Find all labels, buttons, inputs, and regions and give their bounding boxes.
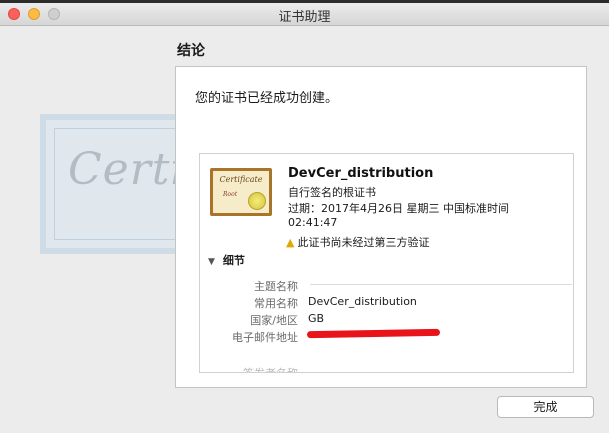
- certificate-expiry-time: 02:41:47: [288, 216, 338, 229]
- certificate-expiry: 过期：2017年4月26日 星期三 中国标准时间: [288, 202, 509, 215]
- certificate-icon-subtitle: Root: [223, 191, 238, 198]
- seal-icon: [248, 192, 266, 210]
- certificate-name: DevCer_distribution: [288, 166, 434, 181]
- warning-icon: ▲: [286, 236, 295, 249]
- certificate-icon: Certificate Root: [210, 168, 272, 216]
- done-button[interactable]: 完成: [497, 396, 594, 418]
- conclusion-panel: 您的证书已经成功创建。 Certificate Root DevCer_dist…: [175, 66, 587, 388]
- page-heading: 结论: [177, 43, 205, 59]
- country-label: 国家/地区: [250, 314, 298, 327]
- details-section-label: 细节: [222, 254, 245, 267]
- success-message: 您的证书已经成功创建。: [195, 91, 339, 106]
- redacted-email-mark: [306, 328, 441, 339]
- details-disclosure[interactable]: ▼ 细节: [208, 252, 245, 268]
- issuer-name-label: 签发者名称: [200, 365, 298, 372]
- warning-text: 此证书尚未经过第三方验证: [297, 236, 430, 249]
- common-name-value: DevCer_distribution: [308, 295, 417, 308]
- certificate-icon-title: Certificate: [219, 175, 263, 184]
- country-value: GB: [308, 312, 325, 325]
- subject-name-label: 主题名称: [254, 280, 298, 293]
- title-bar: 证书助理: [0, 3, 609, 26]
- certificate-kind: 自行签名的根证书: [288, 186, 376, 199]
- certificate-warning: ▲ 此证书尚未经过第三方验证: [286, 234, 429, 250]
- common-name-label: 常用名称: [254, 297, 298, 310]
- subject-separator: [310, 284, 572, 285]
- certificate-detail-box[interactable]: Certificate Root DevCer_distribution 自行签…: [199, 153, 574, 373]
- window-title: 证书助理: [278, 10, 331, 25]
- disclosure-triangle-icon[interactable]: ▼: [208, 257, 215, 267]
- email-label: 电子邮件地址: [232, 331, 298, 344]
